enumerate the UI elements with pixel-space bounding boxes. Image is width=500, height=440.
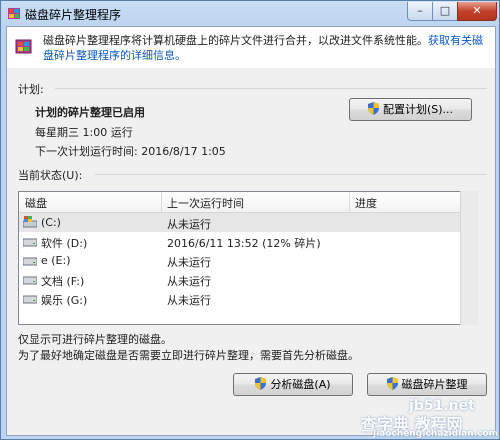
- disk-name: 娱乐 (G:): [41, 294, 88, 307]
- intro-band: 磁盘碎片整理程序将计算机硬盘上的碎片文件进行合并，以改进文件系统性能。获取有关磁…: [7, 27, 495, 68]
- defrag-app-icon: [8, 8, 20, 19]
- minimize-button[interactable]: –: [407, 2, 433, 21]
- uac-shield-icon: [367, 102, 379, 115]
- disk-last-run: 2016/6/11 13:52 (12% 碎片): [167, 237, 321, 250]
- uac-shield-icon: [386, 377, 398, 390]
- schedule-status: 计划的碎片整理已启用: [35, 106, 145, 119]
- configure-schedule-button[interactable]: 配置计划(S)...: [349, 98, 472, 121]
- disk-name: 文档 (F:): [41, 275, 85, 288]
- schedule-divider: [55, 88, 487, 89]
- disk-list-scrollbar[interactable]: [460, 191, 478, 325]
- defrag-icon: [15, 39, 32, 54]
- disk-list[interactable]: 磁盘 上一次运行时间 进度 (C:) 从未运行 软件 (D:) 2016/6/1…: [18, 191, 462, 325]
- schedule-heading: 计划:: [18, 83, 44, 96]
- disk-last-run: 从未运行: [167, 294, 211, 307]
- analyze-disk-button[interactable]: 分析磁盘(A): [233, 373, 353, 396]
- current-status-heading: 当前状态(U):: [18, 169, 83, 182]
- column-divider: [161, 192, 162, 212]
- intro-text: 磁盘碎片整理程序将计算机硬盘上的碎片文件进行合并，以改进文件系统性能。: [43, 34, 428, 47]
- configure-schedule-label: 配置计划(S)...: [382, 103, 454, 116]
- disk-last-run: 从未运行: [167, 256, 211, 269]
- client-area: 磁盘碎片整理程序将计算机硬盘上的碎片文件进行合并，以改进文件系统性能。获取有关磁…: [6, 26, 496, 436]
- status-divider: [95, 174, 487, 175]
- schedule-next-run: 下一次计划运行时间: 2016/8/17 1:05: [35, 145, 226, 158]
- note-defraggable-only: 仅显示可进行碎片整理的磁盘。: [18, 333, 172, 346]
- watermark-url: jiaocheng.chazidian.com: [373, 429, 499, 439]
- disk-last-run: 从未运行: [167, 218, 211, 231]
- maximize-button[interactable]: □: [432, 2, 458, 21]
- disk-name: e (E:): [41, 254, 71, 267]
- column-divider: [349, 192, 350, 212]
- column-header-disk[interactable]: 磁盘: [25, 195, 47, 211]
- column-header-progress[interactable]: 进度: [355, 195, 377, 211]
- intro-description: 磁盘碎片整理程序将计算机硬盘上的碎片文件进行合并，以改进文件系统性能。获取有关磁…: [43, 33, 491, 63]
- schedule-run-time: 每星期三 1:00 运行: [35, 126, 133, 139]
- disk-row[interactable]: (C:) 从未运行: [19, 213, 461, 232]
- drive-icon: [23, 276, 37, 285]
- column-header-last-run[interactable]: 上一次运行时间: [167, 195, 244, 211]
- disk-last-run: 从未运行: [167, 275, 211, 288]
- window-title: 磁盘碎片整理程序: [25, 8, 122, 22]
- drive-icon: [23, 238, 37, 247]
- uac-shield-icon: [255, 377, 267, 390]
- defrag-window: 磁盘碎片整理程序 – □ ✕ 磁盘碎片整理程序将计算机硬盘上的碎片文件进行合并，…: [0, 0, 500, 440]
- drive-icon: [23, 257, 37, 266]
- title-bar[interactable]: 磁盘碎片整理程序 – □ ✕: [1, 1, 499, 25]
- defragment-disk-button[interactable]: 磁盘碎片整理: [367, 373, 487, 396]
- defragment-disk-label: 磁盘碎片整理: [401, 378, 468, 391]
- disk-row[interactable]: e (E:) 从未运行: [19, 251, 461, 270]
- disk-row[interactable]: 文档 (F:) 从未运行: [19, 270, 461, 289]
- note-analyze-first: 为了最好地确定磁盘是否需要立即进行碎片整理，需要首先分析磁盘。: [18, 349, 359, 362]
- system-drive-icon: [23, 216, 37, 228]
- analyze-disk-label: 分析磁盘(A): [270, 378, 331, 391]
- disk-name: 软件 (D:): [41, 237, 88, 250]
- disk-row[interactable]: 娱乐 (G:) 从未运行: [19, 289, 461, 308]
- disk-row[interactable]: 软件 (D:) 2016/6/11 13:52 (12% 碎片): [19, 232, 461, 251]
- close-button[interactable]: ✕: [457, 2, 497, 21]
- disk-name: (C:): [41, 216, 61, 229]
- disk-list-header: 磁盘 上一次运行时间 进度: [19, 192, 461, 213]
- drive-icon: [23, 295, 37, 304]
